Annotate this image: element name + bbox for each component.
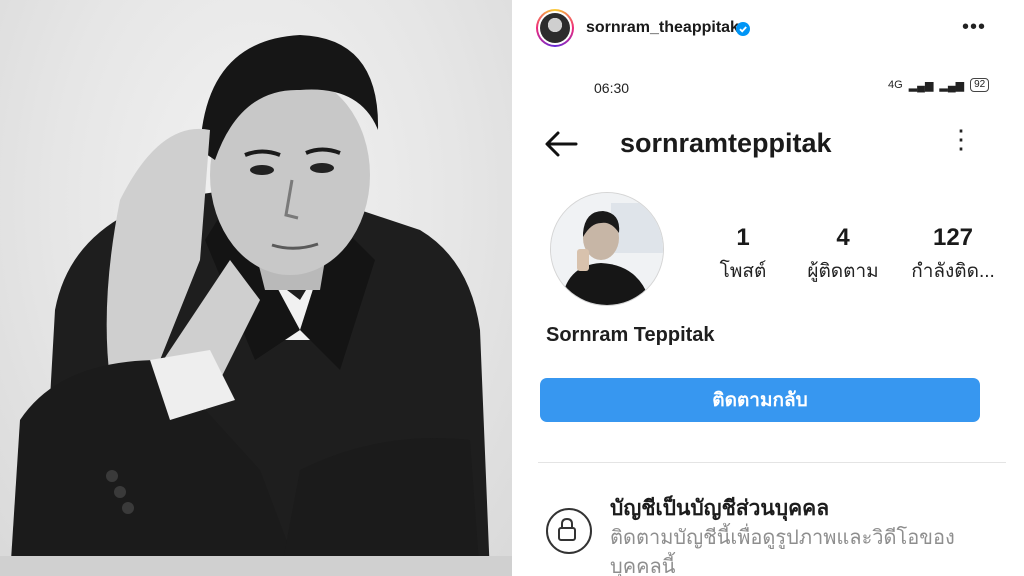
lock-icon <box>546 508 592 554</box>
battery-icon: 92 <box>970 78 990 92</box>
post-username[interactable]: sornram_theappitak <box>586 19 739 37</box>
stat-posts[interactable]: 1 โพสต์ <box>688 224 798 286</box>
instagram-post: sornram_theappitak ••• 06:30 4G ▂▄▆ ▂▄▆ … <box>512 0 1024 576</box>
status-icons: 4G ▂▄▆ ▂▄▆ 92 <box>888 78 990 92</box>
posts-label: โพสต์ <box>719 261 767 282</box>
followers-count: 4 <box>836 224 850 251</box>
profile-avatar[interactable] <box>550 192 664 306</box>
following-count: 127 <box>932 224 974 251</box>
network-icon: 4G <box>888 79 903 91</box>
back-arrow-icon[interactable] <box>544 130 578 158</box>
profile-screenshot: 06:30 4G ▂▄▆ ▂▄▆ 92 sornramteppitak ⋮ 1 … <box>538 60 1006 576</box>
profile-username: sornramteppitak <box>620 128 832 158</box>
followers-label: ผู้ติดตาม <box>807 261 879 282</box>
post-header: sornram_theappitak ••• <box>512 0 1024 58</box>
posts-count: 1 <box>736 224 750 251</box>
private-account-title: บัญชีเป็นบัญชีส่วนบุคคล <box>610 497 830 520</box>
private-account-description: ติดตามบัญชีนี้เพื่อดูรูปภาพและวิดีโอของบ… <box>610 527 955 576</box>
divider <box>538 462 1006 463</box>
verified-badge-icon <box>736 22 750 36</box>
status-time: 06:30 <box>594 80 630 96</box>
stat-following[interactable]: 127 กำลังติด... <box>898 224 1006 286</box>
signal-icon-2: ▂▄▆ <box>939 79 965 92</box>
stat-followers[interactable]: 4 ผู้ติดตาม <box>788 224 898 286</box>
portrait-illustration <box>0 35 512 576</box>
post-avatar[interactable] <box>536 9 574 47</box>
more-vertical-icon[interactable]: ⋮ <box>948 124 974 155</box>
portrait-photo <box>0 0 512 576</box>
display-name: Sornram Teppitak <box>546 324 715 346</box>
follow-back-button[interactable]: ติดตามกลับ <box>540 378 980 422</box>
more-horizontal-icon[interactable]: ••• <box>962 16 986 39</box>
following-label: กำลังติด... <box>911 261 995 282</box>
signal-icon: ▂▄▆ <box>908 79 934 92</box>
